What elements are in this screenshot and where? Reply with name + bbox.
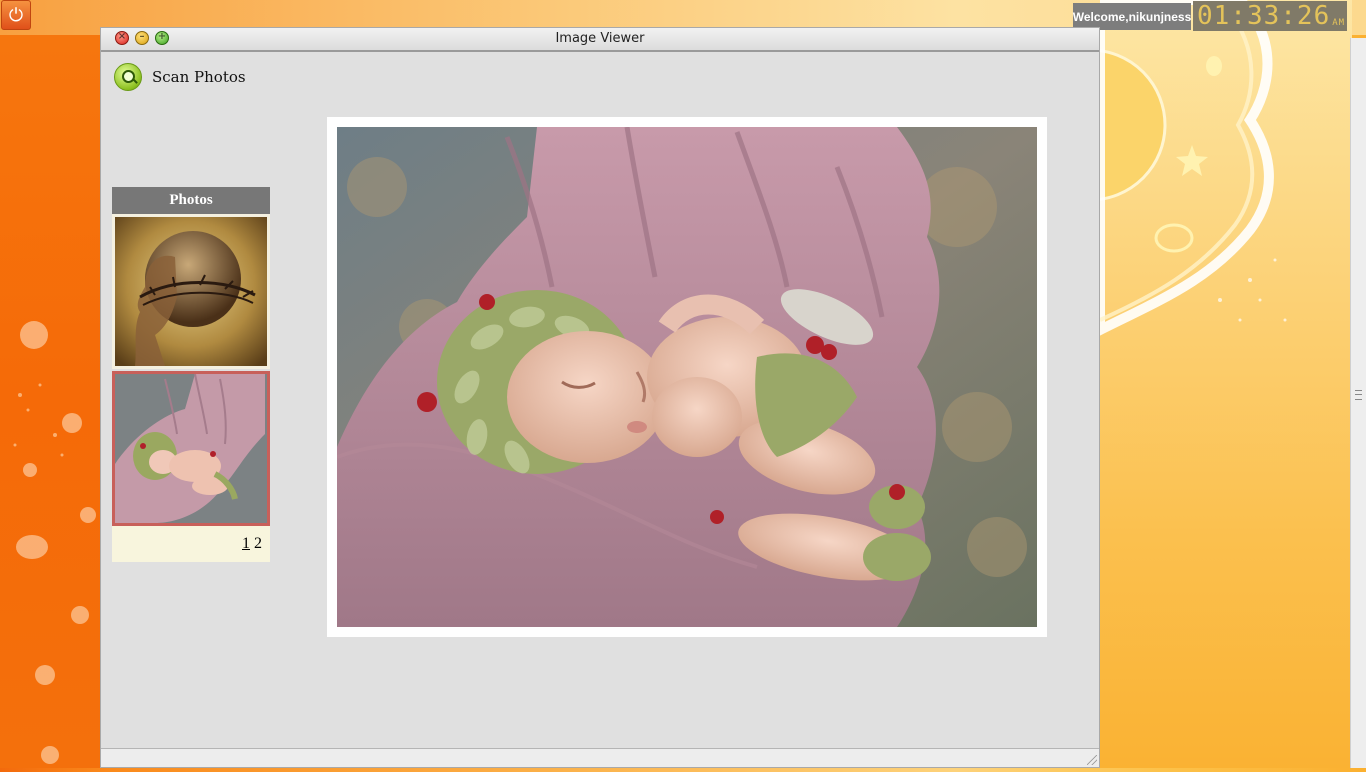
window-statusbar	[101, 748, 1099, 767]
magnifier-icon	[114, 63, 142, 91]
bubble-decoration-icons	[13, 321, 96, 764]
thumbnail-sleeping-baby[interactable]	[112, 371, 270, 526]
welcome-label: Welcome,nikunjness	[1073, 3, 1191, 30]
desktop-right-panel	[1100, 0, 1352, 768]
clock-ampm: AM	[1332, 18, 1346, 28]
photos-header: Photos	[112, 187, 270, 214]
page-scrollbar[interactable]	[1350, 38, 1366, 768]
photos-panel: Photos 1 2	[112, 187, 270, 562]
head-globe-image	[115, 217, 267, 366]
sleeping-baby-image	[337, 127, 1037, 627]
scan-photos-button[interactable]: Scan Photos	[114, 62, 246, 92]
main-image-frame	[327, 117, 1047, 637]
desktop-left-strip	[0, 35, 100, 768]
window-titlebar[interactable]: × – + Image Viewer	[101, 28, 1099, 52]
sun-decoration-icon	[1100, 0, 1287, 336]
clock-time: 01:33:26	[1197, 1, 1331, 31]
thumbnail-pager: 1 2	[112, 526, 270, 562]
digital-clock: 01:33:26 AM	[1193, 1, 1347, 31]
power-button[interactable]: ⏻	[1, 0, 31, 30]
sleeping-baby-thumbnail-image	[115, 374, 267, 523]
pager-page-1[interactable]: 1	[242, 535, 250, 553]
power-icon: ⏻	[8, 4, 24, 26]
window-title: Image Viewer	[555, 31, 645, 46]
main-image	[337, 127, 1037, 627]
image-viewer-window: × – + Image Viewer Scan Photos Photos 1 …	[100, 27, 1100, 768]
scan-photos-label: Scan Photos	[152, 68, 246, 86]
thumbnail-head-globe[interactable]	[112, 214, 270, 369]
scrollbar-grip[interactable]	[1355, 390, 1362, 400]
pager-page-2[interactable]: 2	[254, 535, 262, 553]
resize-grip-icon[interactable]	[1087, 755, 1097, 765]
